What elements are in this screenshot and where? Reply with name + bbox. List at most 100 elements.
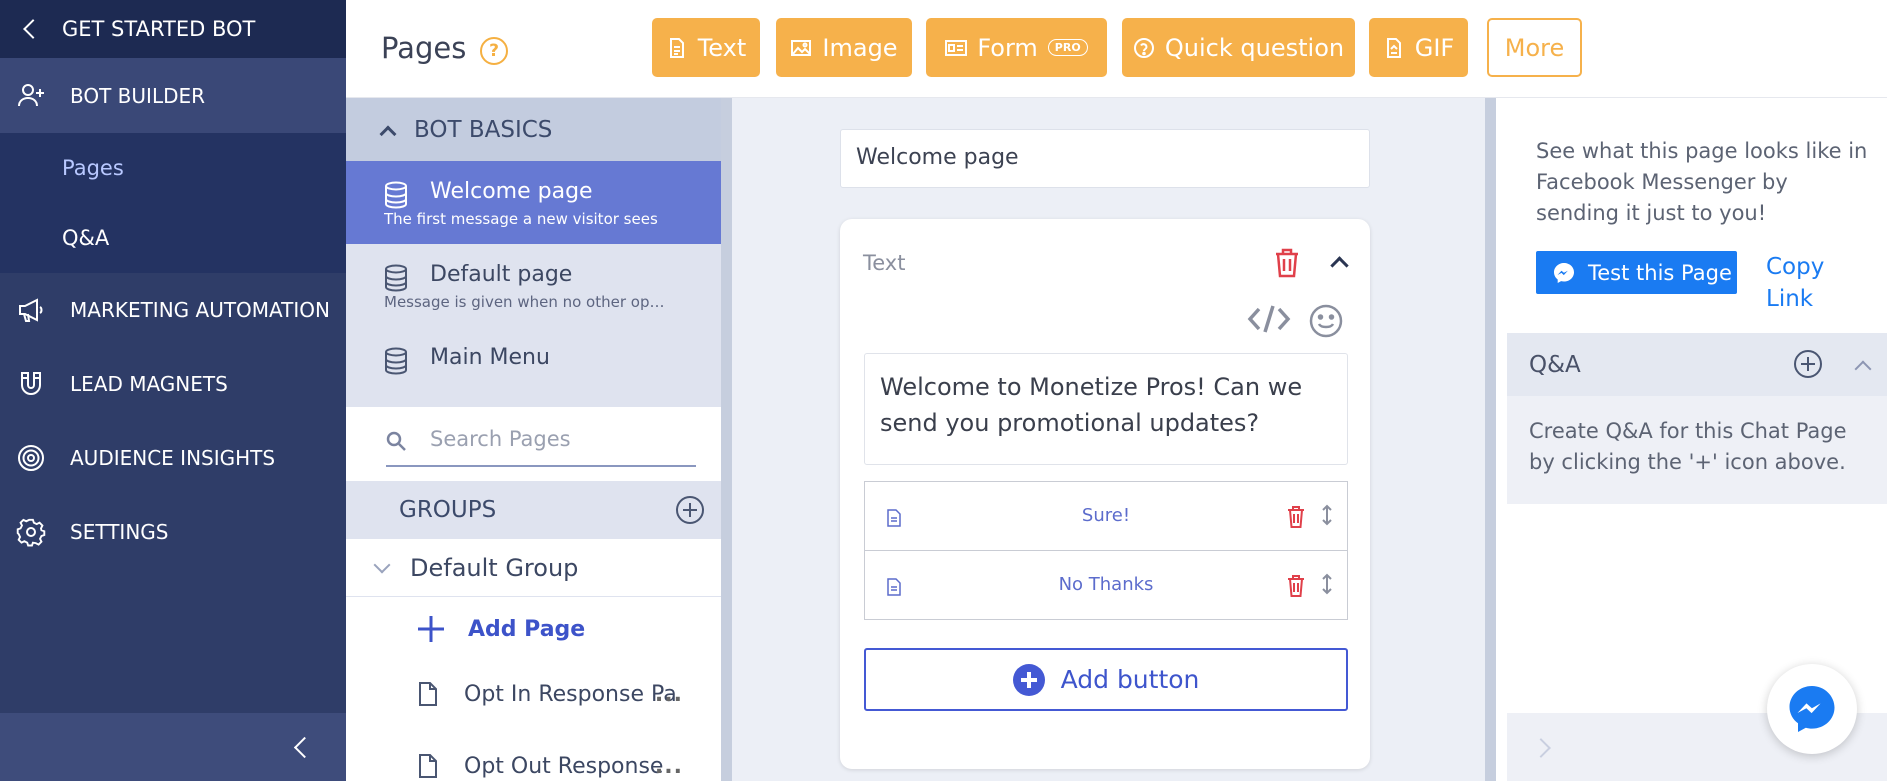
add-qa-icon[interactable] [1794,350,1822,378]
document-icon [419,754,437,778]
add-button-label: Add button [1060,665,1200,694]
sidebar-subitem-pages[interactable]: Pages [0,133,346,203]
sidebar-item-label: BOT BUILDER [70,83,206,108]
page-description: The first message a new visitor sees [384,210,658,228]
add-image-button[interactable]: Image [776,18,912,77]
page-name: Opt In Response Pa [464,681,677,707]
chevron-right-icon[interactable] [1531,738,1551,758]
add-quick-question-button[interactable]: Quick question [1122,18,1355,77]
database-icon [385,347,407,375]
button-label: Quick question [1164,33,1345,62]
quick-reply-label: No Thanks [1058,574,1154,595]
delete-block-icon[interactable] [1274,248,1300,278]
messenger-icon [1789,686,1835,732]
collapse-sidebar-button[interactable] [0,713,346,781]
bot-builder-submenu: Pages Q&A [0,133,346,273]
search-icon [386,431,406,451]
add-text-button[interactable]: Text [652,18,760,77]
button-label: Form [977,33,1038,62]
quick-reply-button[interactable]: No Thanks [864,550,1348,620]
page-name-input[interactable]: Welcome page [840,129,1370,188]
group-page-item[interactable]: Opt In Response Pa ... [346,661,721,727]
button-label: GIF [1414,33,1455,62]
sidebar-item-settings[interactable]: SETTINGS [0,495,346,569]
id-card-icon [945,39,968,56]
emoji-icon[interactable] [1308,303,1344,339]
pages-panel: BOT BASICS Welcome page The first messag… [346,98,721,781]
group-page-item[interactable]: Opt Out Response ... [346,727,721,781]
chevron-up-icon[interactable] [1854,360,1872,378]
add-gif-button[interactable]: GIF [1369,18,1468,77]
add-group-icon[interactable] [676,496,704,524]
delete-icon[interactable] [1287,506,1305,528]
messenger-chat-button[interactable] [1767,664,1857,754]
add-form-button[interactable]: Form PRO [926,18,1107,77]
magnet-icon [21,372,41,395]
top-toolbar: Pages ? Text Image Form PRO Quick questi… [346,0,1887,98]
more-options-icon[interactable]: ... [655,754,683,779]
sidebar-item-bot-builder[interactable]: BOT BUILDER [0,58,346,133]
sidebar-item-audience-insights[interactable]: AUDIENCE INSIGHTS [0,421,346,495]
page-title: Pages [381,31,467,65]
database-icon [385,264,407,292]
group-name: Default Group [410,553,579,582]
page-editor: Welcome page Text Welcome to Monetize Pr… [721,98,1496,781]
button-label: More [1504,33,1565,62]
sidebar-item-label: SETTINGS [70,520,169,544]
page-item-main-menu[interactable]: Main Menu [346,327,721,407]
button-label: Text [697,33,747,62]
more-button[interactable]: More [1487,18,1582,77]
sidebar-item-marketing-automation[interactable]: MARKETING AUTOMATION [0,273,346,347]
chevron-left-icon [23,19,43,39]
default-group-toggle[interactable]: Default Group [346,539,721,597]
megaphone-icon [19,298,43,322]
qa-description: Create Q&A for this Chat Page by clickin… [1507,396,1887,504]
user-plus-icon [18,83,44,106]
chevron-left-icon [293,736,316,759]
page-name: Opt Out Response [464,753,664,779]
target-icon [18,445,44,471]
code-icon[interactable] [1247,303,1291,335]
test-page-button[interactable]: Test this Page [1536,251,1737,294]
messenger-icon [1554,262,1574,283]
gif-file-icon [1386,37,1401,58]
document-icon [419,682,437,706]
database-icon [385,181,407,209]
copy-link[interactable]: Copy Link [1766,251,1846,315]
page-description: Message is given when no other option is… [384,293,666,311]
sidebar-nav: GET STARTED BOT BOT BUILDER Pages Q&A MA… [0,0,346,781]
page-name: Default page [430,262,573,287]
drag-handle-icon[interactable] [1321,504,1333,526]
button-label: Image [822,33,898,62]
preview-info-text: See what this page looks like in Faceboo… [1536,139,1868,225]
search-input[interactable]: Search Pages [430,427,571,451]
add-button-button[interactable]: Add button [864,648,1348,711]
add-page-label: Add Page [468,616,586,642]
collapse-block-icon[interactable] [1330,256,1349,275]
groups-header: GROUPS [346,481,721,539]
groups-title: GROUPS [399,497,497,523]
qa-section-header: Q&A [1507,333,1887,396]
help-icon[interactable]: ? [480,37,508,65]
page-item-welcome[interactable]: Welcome page The first message a new vis… [346,161,721,244]
quick-reply-button[interactable]: Sure! [864,481,1348,551]
drag-handle-icon[interactable] [1321,573,1333,595]
sidebar-item-label: LEAD MAGNETS [70,372,228,396]
back-to-bot-link[interactable]: GET STARTED BOT [0,0,346,58]
page-name: Welcome page [430,179,593,204]
qa-title: Q&A [1529,351,1581,378]
sidebar-item-lead-magnets[interactable]: LEAD MAGNETS [0,347,346,421]
bot-basics-section-header[interactable]: BOT BASICS [346,98,721,161]
page-item-default[interactable]: Default page Message is given when no ot… [346,244,721,327]
block-type-label: Text [863,251,906,275]
more-options-icon[interactable]: ... [655,682,683,707]
sidebar-subitem-qa[interactable]: Q&A [0,203,346,273]
delete-icon[interactable] [1287,575,1305,597]
add-page-button[interactable]: Add Page [346,597,721,661]
chevron-up-icon [379,125,397,142]
message-text[interactable]: Welcome to Monetize Pros! Can we send yo… [864,353,1348,465]
quick-reply-label: Sure! [1081,505,1131,526]
text-block-card: Text Welcome to Monetize Pros! Can we se… [840,219,1370,769]
section-title: BOT BASICS [414,116,553,143]
plus-circle-icon [1012,663,1045,696]
